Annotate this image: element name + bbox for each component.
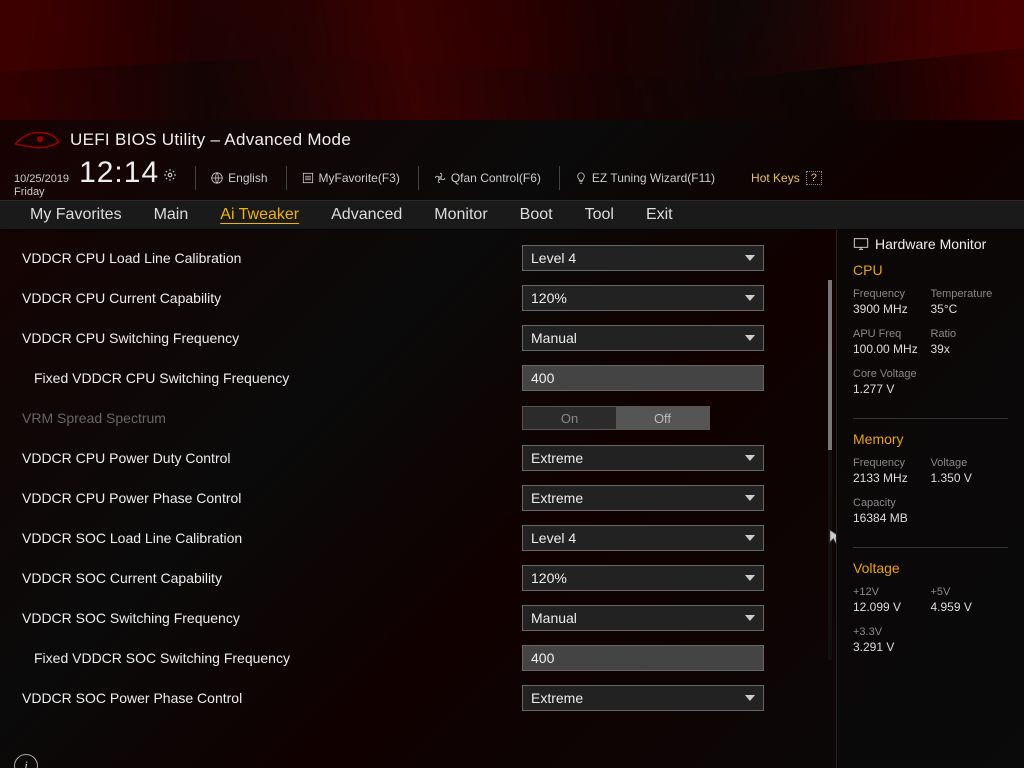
chevron-down-icon xyxy=(745,455,755,461)
setting-dropdown[interactable]: Extreme xyxy=(522,685,764,711)
cpu-heading: CPU xyxy=(853,262,1008,278)
fan-icon xyxy=(433,171,447,185)
tab-advanced[interactable]: Advanced xyxy=(331,206,402,224)
chevron-down-icon xyxy=(745,495,755,501)
setting-row: Fixed VDDCR CPU Switching Frequency400 xyxy=(22,358,814,398)
setting-label: VRM Spread Spectrum xyxy=(22,410,522,426)
setting-dropdown[interactable]: Manual xyxy=(522,325,764,351)
hotkeys-button[interactable]: Hot Keys ? xyxy=(737,166,822,190)
language-selector[interactable]: English xyxy=(195,166,267,190)
scrollbar[interactable] xyxy=(828,280,832,660)
setting-label: VDDCR CPU Switching Frequency xyxy=(22,330,522,346)
tab-tool[interactable]: Tool xyxy=(585,206,614,224)
setting-row: VRM Spread SpectrumOnOff xyxy=(22,398,814,438)
setting-textbox[interactable]: 400 xyxy=(522,365,764,391)
clock-block: 10/25/2019 Friday 12:14 xyxy=(14,156,177,199)
setting-row: VDDCR CPU Power Duty ControlExtreme xyxy=(22,438,814,478)
setting-label: VDDCR SOC Load Line Calibration xyxy=(22,530,522,546)
chevron-down-icon xyxy=(745,335,755,341)
chevron-down-icon xyxy=(745,575,755,581)
tab-ai-tweaker[interactable]: Ai Tweaker xyxy=(220,206,299,224)
chevron-down-icon xyxy=(745,615,755,621)
hwmon-title: Hardware Monitor xyxy=(875,236,986,252)
setting-label: VDDCR SOC Power Phase Control xyxy=(22,690,522,706)
setting-dropdown[interactable]: 120% xyxy=(522,285,764,311)
eztuning-button[interactable]: EZ Tuning Wizard(F11) xyxy=(559,166,715,190)
monitor-icon xyxy=(853,237,869,251)
globe-icon xyxy=(210,171,224,185)
setting-label: VDDCR SOC Current Capability xyxy=(22,570,522,586)
window-title: UEFI BIOS Utility – Advanced Mode xyxy=(70,130,351,150)
setting-row: VDDCR CPU Load Line CalibrationLevel 4 xyxy=(22,238,814,278)
memory-heading: Memory xyxy=(853,431,1008,447)
settings-panel: VDDCR CPU Load Line CalibrationLevel 4VD… xyxy=(0,230,836,768)
setting-label: VDDCR CPU Load Line Calibration xyxy=(22,250,522,266)
voltage-heading: Voltage xyxy=(853,560,1008,576)
tab-my-favorites[interactable]: My Favorites xyxy=(30,206,122,224)
tab-boot[interactable]: Boot xyxy=(520,206,553,224)
tab-main[interactable]: Main xyxy=(154,206,189,224)
setting-row: VDDCR SOC Load Line CalibrationLevel 4 xyxy=(22,518,814,558)
setting-dropdown[interactable]: Manual xyxy=(522,605,764,631)
setting-row: VDDCR CPU Switching FrequencyManual xyxy=(22,318,814,358)
tab-strip: My Favorites Main Ai Tweaker Advanced Monito… xyxy=(0,200,1024,230)
setting-label: VDDCR CPU Power Duty Control xyxy=(22,450,522,466)
setting-row: Fixed VDDCR SOC Switching Frequency400 xyxy=(22,638,814,678)
setting-label: Fixed VDDCR SOC Switching Frequency xyxy=(22,650,522,666)
chevron-down-icon xyxy=(745,695,755,701)
setting-row: VDDCR CPU Power Phase ControlExtreme xyxy=(22,478,814,518)
tab-exit[interactable]: Exit xyxy=(646,206,673,224)
setting-label: Fixed VDDCR CPU Switching Frequency xyxy=(22,370,522,386)
setting-row: VDDCR SOC Power Phase ControlExtreme xyxy=(22,678,814,718)
setting-label: VDDCR CPU Current Capability xyxy=(22,290,522,306)
rog-logo-icon xyxy=(14,128,60,152)
setting-dropdown[interactable]: Level 4 xyxy=(522,525,764,551)
help-icon: ? xyxy=(806,171,822,185)
chevron-down-icon xyxy=(745,295,755,301)
chevron-down-icon xyxy=(745,535,755,541)
day: Friday xyxy=(14,186,69,199)
cursor-icon xyxy=(828,528,836,546)
myfavorite-button[interactable]: MyFavorite(F3) xyxy=(286,166,400,190)
setting-dropdown[interactable]: Level 4 xyxy=(522,245,764,271)
setting-row: VDDCR CPU Current Capability120% xyxy=(22,278,814,318)
qfan-button[interactable]: Qfan Control(F6) xyxy=(418,166,541,190)
setting-dropdown[interactable]: Extreme xyxy=(522,485,764,511)
setting-label: VDDCR SOC Switching Frequency xyxy=(22,610,522,626)
time: 12:14 xyxy=(79,156,159,190)
clock-settings-icon[interactable] xyxy=(163,156,177,190)
setting-textbox[interactable]: 400 xyxy=(522,645,764,671)
setting-dropdown[interactable]: 120% xyxy=(522,565,764,591)
setting-toggle: OnOff xyxy=(522,406,710,430)
setting-row: VDDCR SOC Switching FrequencyManual xyxy=(22,598,814,638)
list-icon xyxy=(301,171,315,185)
setting-dropdown[interactable]: Extreme xyxy=(522,445,764,471)
hardware-monitor-panel: Hardware Monitor CPU Frequency3900 MHz T… xyxy=(836,230,1024,768)
bulb-icon xyxy=(574,171,588,185)
chevron-down-icon xyxy=(745,255,755,261)
date: 10/25/2019 xyxy=(14,173,69,186)
setting-label: VDDCR CPU Power Phase Control xyxy=(22,490,522,506)
setting-row: VDDCR SOC Current Capability120% xyxy=(22,558,814,598)
tab-monitor[interactable]: Monitor xyxy=(434,206,487,224)
